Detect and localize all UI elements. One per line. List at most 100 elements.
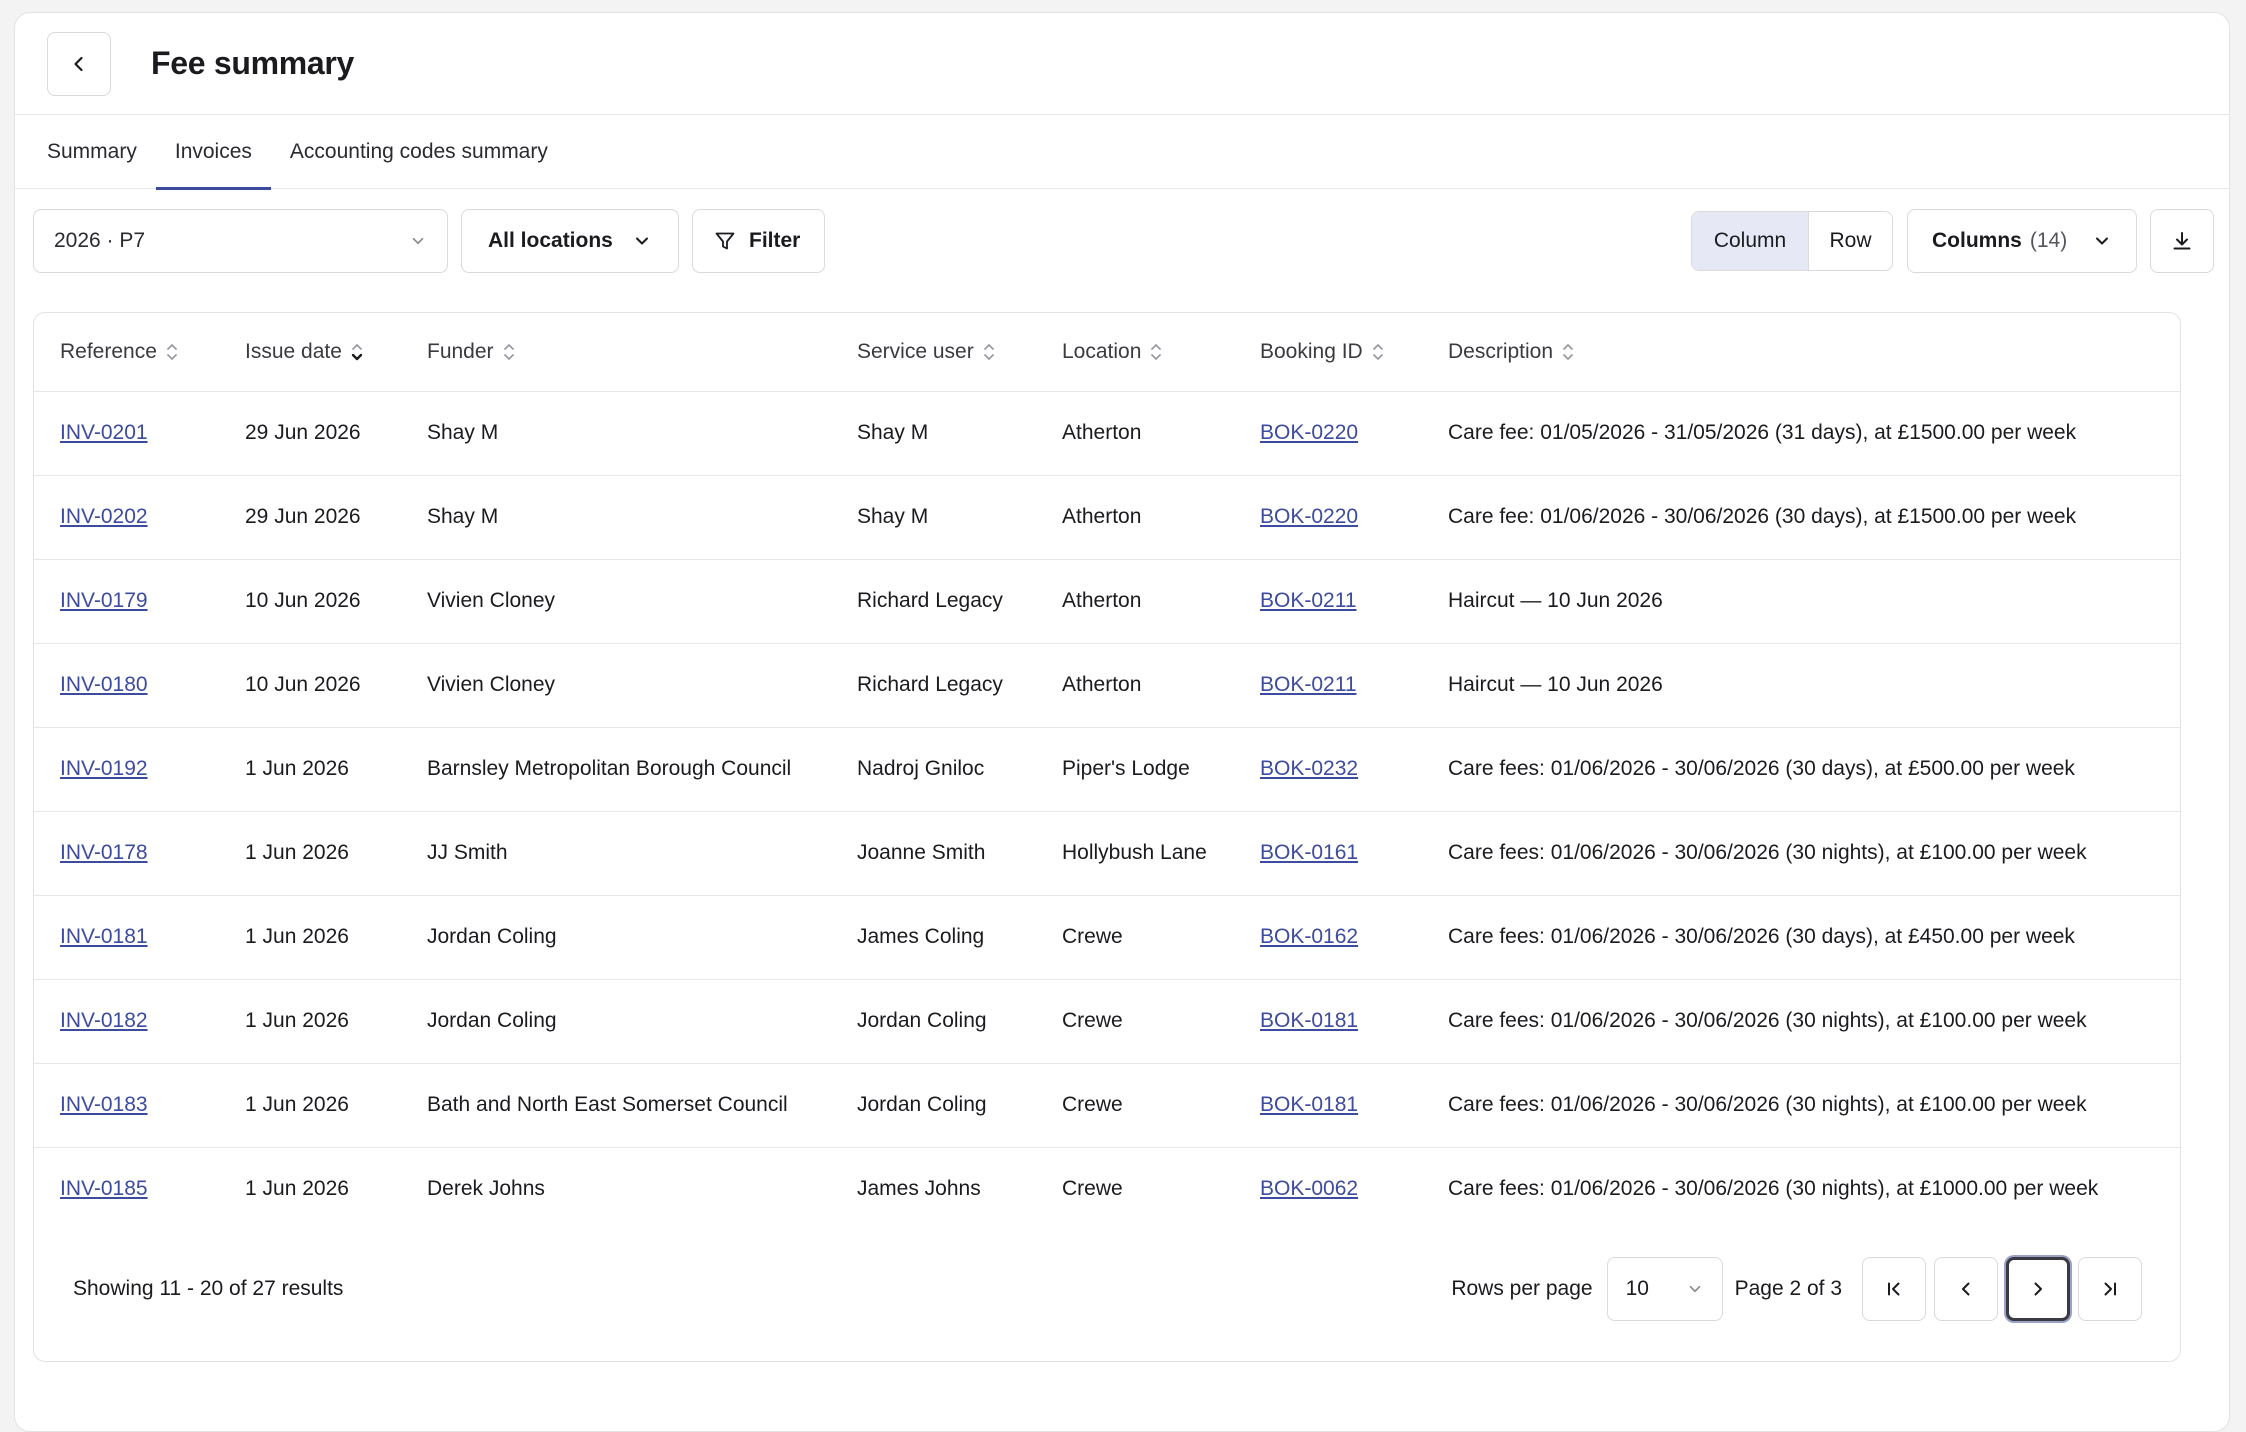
service-user-cell: Richard Legacy bbox=[857, 559, 1062, 644]
invoices-table: Reference Issue date Funder Service user… bbox=[34, 313, 2180, 1231]
service-user-cell: Jordan Coling bbox=[857, 979, 1062, 1064]
funder-cell: JJ Smith bbox=[427, 811, 857, 896]
service-user-cell: Shay M bbox=[857, 391, 1062, 476]
description-cell: Care fees: 01/06/2026 - 30/06/2026 (30 n… bbox=[1448, 1177, 2099, 1201]
location-cell: Piper's Lodge bbox=[1062, 727, 1260, 812]
booking-id-link[interactable]: BOK-0062 bbox=[1260, 1177, 1358, 1200]
table-header-row: Reference Issue date Funder Service user… bbox=[34, 313, 2180, 392]
booking-id-link[interactable]: BOK-0220 bbox=[1260, 505, 1358, 528]
chevron-down-icon bbox=[632, 231, 652, 251]
period-select[interactable]: 2026 · P7 bbox=[33, 209, 448, 273]
rows-per-page-value: 10 bbox=[1625, 1277, 1649, 1300]
sort-icon bbox=[1371, 340, 1385, 364]
view-row-button[interactable]: Row bbox=[1809, 212, 1892, 270]
filter-icon bbox=[713, 229, 737, 253]
tab-accounting-codes-summary[interactable]: Accounting codes summary bbox=[271, 115, 567, 189]
columns-dropdown[interactable]: Columns (14) bbox=[1907, 209, 2137, 273]
invoice-reference-link[interactable]: INV-0178 bbox=[60, 841, 148, 864]
page-info: Page 2 of 3 bbox=[1734, 1277, 1842, 1300]
locations-dropdown[interactable]: All locations bbox=[461, 209, 679, 273]
col-header-funder[interactable]: Funder bbox=[427, 313, 857, 392]
view-column-button[interactable]: Column bbox=[1692, 212, 1809, 270]
booking-id-link[interactable]: BOK-0211 bbox=[1260, 589, 1357, 612]
invoice-reference-link[interactable]: INV-0181 bbox=[60, 925, 148, 948]
col-header-location[interactable]: Location bbox=[1062, 313, 1260, 392]
issue-date-cell: 1 Jun 2026 bbox=[245, 727, 427, 812]
invoice-reference-link[interactable]: INV-0185 bbox=[60, 1177, 148, 1200]
location-cell: Atherton bbox=[1062, 391, 1260, 476]
service-user-cell: James Johns bbox=[857, 1177, 981, 1201]
booking-id-link[interactable]: BOK-0211 bbox=[1260, 673, 1357, 696]
location-cell: Crewe bbox=[1062, 1063, 1260, 1148]
description-cell: Care fees: 01/06/2026 - 30/06/2026 (30 n… bbox=[1448, 1063, 2180, 1148]
last-page-button[interactable] bbox=[2078, 1257, 2142, 1321]
invoice-reference-link[interactable]: INV-0183 bbox=[60, 1093, 148, 1116]
back-button[interactable] bbox=[47, 31, 111, 96]
columns-label: Columns bbox=[1932, 229, 2022, 252]
rows-per-page-select[interactable]: 10 bbox=[1606, 1257, 1723, 1321]
filter-label: Filter bbox=[749, 229, 801, 252]
description-cell: Care fees: 01/06/2026 - 30/06/2026 (30 d… bbox=[1448, 895, 2180, 980]
invoice-reference-link[interactable]: INV-0179 bbox=[60, 589, 148, 612]
location-cell: Hollybush Lane bbox=[1062, 811, 1260, 896]
issue-date-cell: 29 Jun 2026 bbox=[245, 475, 427, 560]
invoice-reference-link[interactable]: INV-0201 bbox=[60, 421, 148, 444]
first-page-button[interactable] bbox=[1862, 1257, 1926, 1321]
location-cell: Atherton bbox=[1062, 559, 1260, 644]
tab-bar: Summary Invoices Accounting codes summar… bbox=[15, 115, 2229, 190]
col-header-booking-id[interactable]: Booking ID bbox=[1260, 313, 1448, 392]
location-cell: Atherton bbox=[1062, 643, 1260, 728]
table-row: INV-0201 29 Jun 2026 Shay M Shay M Ather… bbox=[34, 391, 2180, 476]
description-cell: Care fees: 01/06/2026 - 30/06/2026 (30 n… bbox=[1448, 979, 2180, 1064]
funder-cell: Shay M bbox=[427, 475, 857, 560]
description-cell: Care fees: 01/06/2026 - 30/06/2026 (30 d… bbox=[1448, 727, 2180, 812]
sort-icon bbox=[982, 340, 996, 364]
booking-id-link[interactable]: BOK-0220 bbox=[1260, 421, 1358, 444]
location-cell: Atherton bbox=[1062, 475, 1260, 560]
filter-button[interactable]: Filter bbox=[692, 209, 825, 273]
service-user-cell: Joanne Smith bbox=[857, 811, 1062, 896]
table-row: INV-0192 1 Jun 2026 Barnsley Metropolita… bbox=[34, 727, 2180, 812]
rows-per-page-label: Rows per page bbox=[1451, 1277, 1593, 1300]
sort-icon bbox=[502, 340, 516, 364]
col-header-issue-date[interactable]: Issue date bbox=[245, 313, 427, 392]
invoice-reference-link[interactable]: INV-0182 bbox=[60, 1009, 148, 1032]
previous-page-button[interactable] bbox=[1934, 1257, 1998, 1321]
next-page-button[interactable] bbox=[2006, 1257, 2070, 1321]
download-button[interactable] bbox=[2150, 209, 2214, 273]
sort-icon bbox=[1149, 340, 1163, 364]
invoices-table-container: Reference Issue date Funder Service user… bbox=[33, 312, 2181, 1362]
download-icon bbox=[2170, 229, 2194, 253]
booking-id-link[interactable]: BOK-0232 bbox=[1260, 757, 1358, 780]
col-header-reference[interactable]: Reference bbox=[34, 313, 245, 392]
table-row: INV-0185 1 Jun 2026 Derek Johns James Jo… bbox=[34, 1147, 2180, 1231]
booking-id-link[interactable]: BOK-0181 bbox=[1260, 1009, 1358, 1032]
table-row: INV-0202 29 Jun 2026 Shay M Shay M Ather… bbox=[34, 475, 2180, 560]
location-cell: Crewe bbox=[1062, 895, 1260, 980]
columns-count: (14) bbox=[2029, 229, 2068, 252]
location-cell: Crewe bbox=[1062, 979, 1260, 1064]
table-row: INV-0179 10 Jun 2026 Vivien Cloney Richa… bbox=[34, 559, 2180, 644]
chevron-left-icon bbox=[69, 54, 89, 74]
booking-id-link[interactable]: BOK-0181 bbox=[1260, 1093, 1358, 1116]
col-header-description[interactable]: Description bbox=[1448, 313, 2180, 392]
sort-desc-icon bbox=[350, 340, 364, 364]
description-cell: Care fee: 01/05/2026 - 31/05/2026 (31 da… bbox=[1448, 391, 2180, 476]
booking-id-link[interactable]: BOK-0161 bbox=[1260, 841, 1358, 864]
service-user-cell: James Coling bbox=[857, 895, 1062, 980]
invoice-reference-link[interactable]: INV-0202 bbox=[60, 505, 148, 528]
chevron-down-icon bbox=[1686, 1280, 1704, 1298]
booking-id-link[interactable]: BOK-0162 bbox=[1260, 925, 1358, 948]
description-cell: Haircut — 10 Jun 2026 bbox=[1448, 643, 2180, 728]
tab-summary[interactable]: Summary bbox=[47, 115, 156, 189]
issue-date-cell: 1 Jun 2026 bbox=[245, 895, 427, 980]
view-toggle: Column Row bbox=[1691, 211, 1893, 271]
tab-invoices[interactable]: Invoices bbox=[155, 115, 271, 190]
col-header-service-user[interactable]: Service user bbox=[857, 313, 1062, 392]
invoice-reference-link[interactable]: INV-0180 bbox=[60, 673, 148, 696]
funder-cell: Bath and North East Somerset Council bbox=[427, 1063, 857, 1148]
funder-cell: Vivien Cloney bbox=[427, 643, 857, 728]
funder-cell: Jordan Coling bbox=[427, 979, 857, 1064]
location-cell: Crewe bbox=[1062, 1177, 1123, 1201]
invoice-reference-link[interactable]: INV-0192 bbox=[60, 757, 148, 780]
